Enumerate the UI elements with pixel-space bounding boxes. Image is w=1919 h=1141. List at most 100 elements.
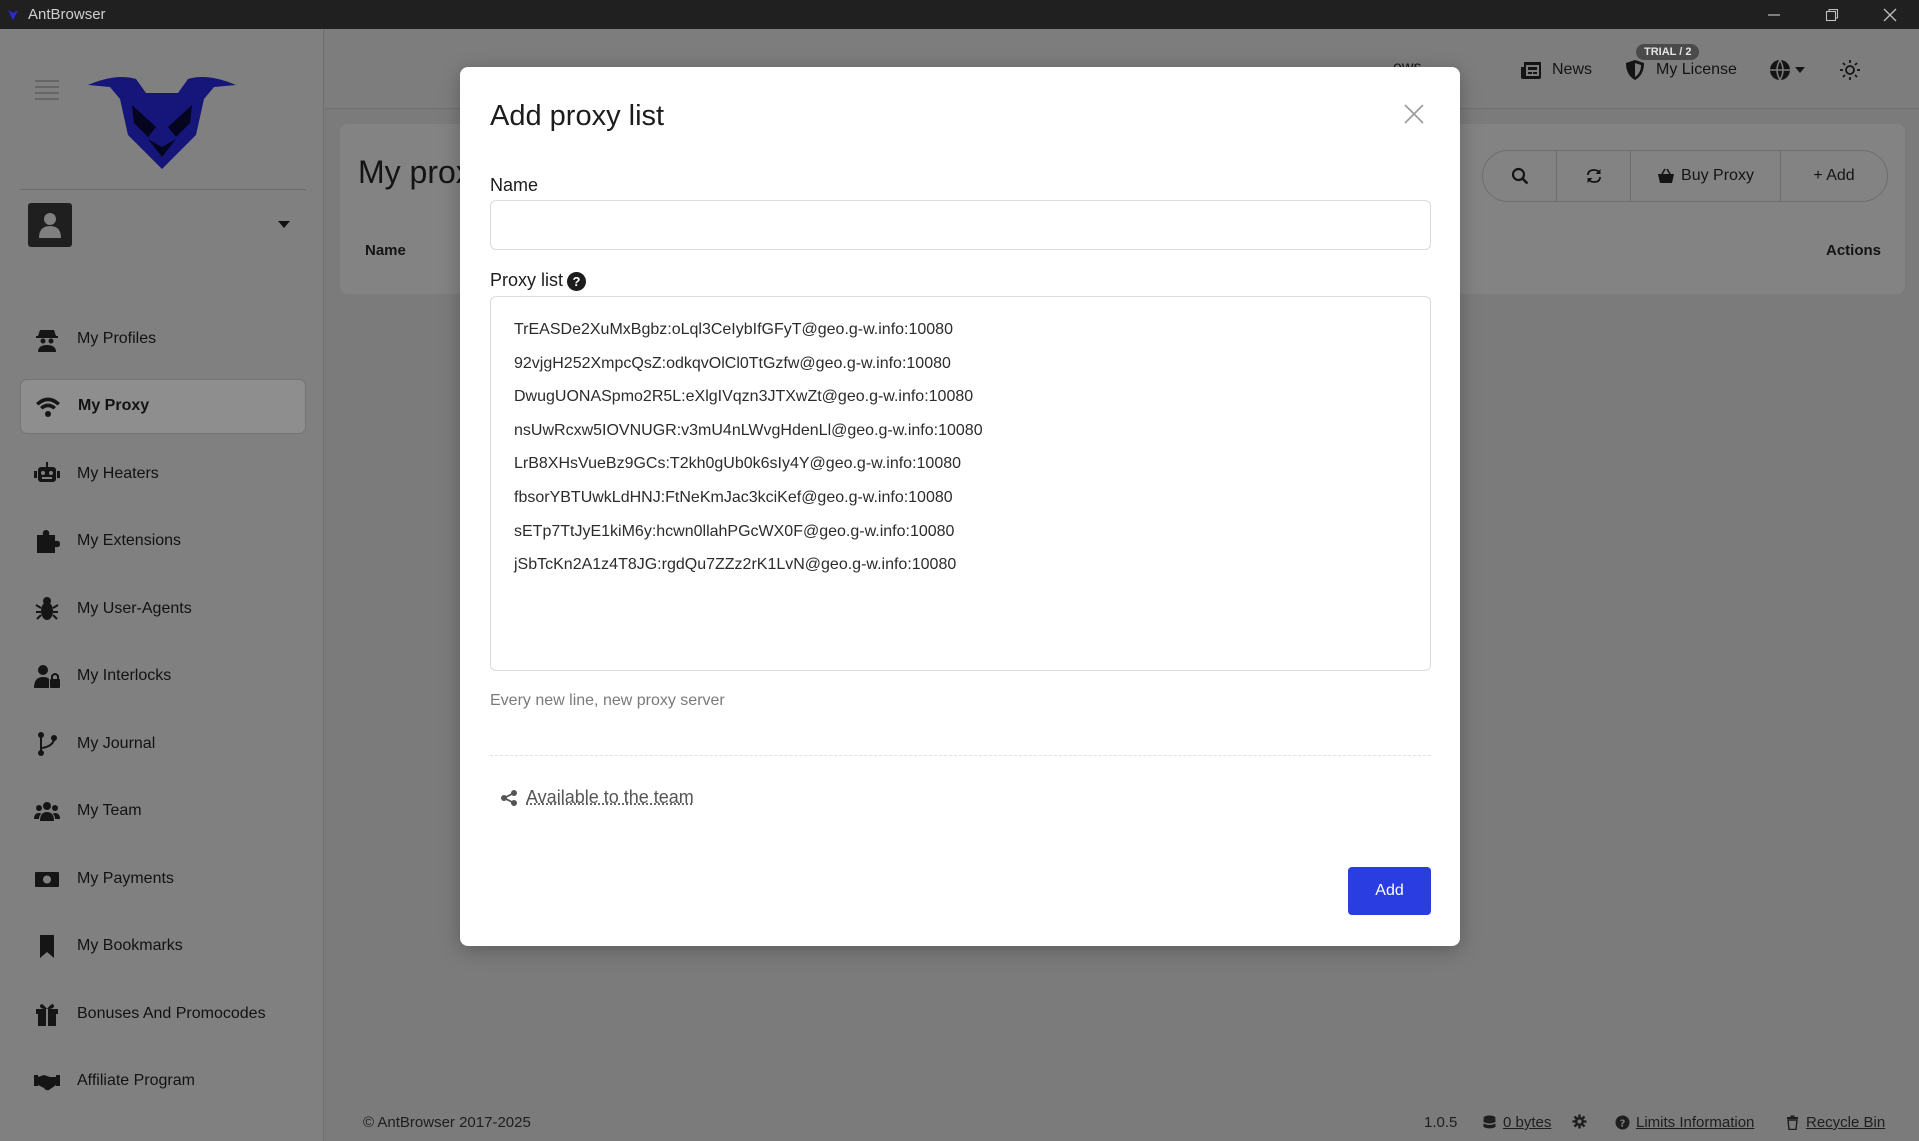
sidebar-item-my-heaters[interactable]: My Heaters	[20, 446, 306, 501]
available-to-team-toggle[interactable]: Available to the team	[500, 787, 694, 808]
license-label: My License	[1656, 61, 1737, 78]
column-header-name: Name	[365, 242, 406, 259]
limits-label: Limits Information	[1636, 1114, 1755, 1131]
add-proxy-button[interactable]: + Add	[1781, 151, 1887, 201]
add-label: + Add	[1813, 167, 1855, 184]
gift-icon	[32, 999, 62, 1029]
dialog-divider	[490, 755, 1431, 756]
language-selector[interactable]	[1769, 59, 1805, 81]
minimize-button[interactable]	[1745, 0, 1803, 29]
sidebar-item-label: My Journal	[77, 734, 156, 752]
footer: © AntBrowser 2017-2025 1.0.5 0 bytes ? L…	[325, 1105, 1919, 1141]
sidebar-item-my-team[interactable]: My Team	[20, 784, 306, 839]
sidebar-item-label: My Bookmarks	[77, 937, 183, 954]
limits-information-link[interactable]: ? Limits Information	[1615, 1114, 1754, 1131]
buy-proxy-button[interactable]: Buy Proxy	[1631, 151, 1781, 201]
recycle-label: Recycle Bin	[1806, 1114, 1886, 1131]
user-account-dropdown[interactable]	[28, 203, 296, 249]
sidebar-item-my-user-agents[interactable]: My User-Agents	[20, 581, 306, 636]
proxy-list-label-text: Proxy list	[490, 270, 564, 290]
search-button[interactable]	[1483, 151, 1557, 201]
svg-text:?: ?	[1620, 1118, 1626, 1129]
proxy-line: 92vjgH252XmpcQsZ:odkqvOlCl0TtGzfw@geo.g-…	[514, 354, 951, 372]
proxy-list-hint: Every new line, new proxy server	[490, 692, 725, 709]
sidebar-item-label: My Team	[77, 802, 142, 819]
share-icon	[501, 789, 517, 806]
sidebar-item-my-payments[interactable]: My Payments	[20, 851, 306, 906]
shield-icon	[1626, 60, 1644, 80]
proxy-line: LrB8XHsVueBz9GCs:T2kh0gUb0k6sIy4Y@geo.g-…	[514, 455, 962, 473]
close-window-button[interactable]	[1861, 0, 1919, 29]
version-text: 1.0.5	[1424, 1114, 1458, 1131]
sidebar-item-label: Affiliate Program	[77, 1072, 195, 1089]
robot-icon	[32, 459, 62, 489]
proxy-line: fbsorYBTUwkLdHNJ:FtNeKmJac3kciKef@geo.g-…	[514, 488, 953, 506]
toolbar-button-group: Buy Proxy + Add	[1482, 150, 1888, 202]
proxy-line: sETp7TtJyE1kiM6y:hcwn0llahPGcWX0F@geo.g-…	[514, 522, 955, 540]
chevron-down-icon	[278, 221, 290, 228]
chevron-down-icon	[1795, 67, 1805, 73]
sidebar-item-label: My Extensions	[77, 532, 182, 549]
window-titlebar: AntBrowser	[0, 0, 1919, 29]
my-license-link[interactable]: My License	[1624, 59, 1737, 81]
sidebar-item-my-proxy[interactable]: My Proxy	[20, 378, 306, 434]
sidebar-item-my-extensions[interactable]: My Extensions	[20, 514, 306, 569]
sidebar-item-label: My Profiles	[77, 329, 157, 347]
search-icon	[1511, 167, 1528, 185]
storage-label: 0 bytes	[1503, 1114, 1552, 1131]
close-icon[interactable]	[1403, 103, 1425, 125]
dialog-title: Add proxy list	[490, 100, 665, 132]
settings-button[interactable]	[1572, 1114, 1593, 1129]
proxy-list-textarea[interactable]: TrEASDe2XuMxBgbz:oLql3CeIybIfGFyT@geo.g-…	[490, 296, 1431, 671]
window-title: AntBrowser	[28, 6, 106, 23]
app-logo-icon	[8, 9, 18, 20]
proxy-list-label: Proxy list?	[490, 270, 587, 291]
spy-icon	[32, 324, 62, 354]
money-icon	[32, 864, 62, 894]
trial-badge: TRIAL / 2	[1636, 44, 1700, 60]
avatar	[28, 203, 72, 247]
wifi-icon	[33, 391, 63, 421]
sidebar: My Profiles My Proxy My Heaters My Exten…	[0, 29, 324, 1141]
help-icon[interactable]: ?	[567, 271, 587, 291]
proxy-line: DwugUONASpmo2R5L:eXlgIVqzn3JTXwZt@geo.g-…	[514, 388, 974, 406]
sidebar-item-bonuses-and-promocodes[interactable]: Bonuses And Promocodes	[20, 986, 306, 1041]
sidebar-item-my-profiles[interactable]: My Profiles	[20, 311, 306, 366]
branch-icon	[32, 729, 62, 759]
name-label: Name	[490, 175, 539, 195]
bookmark-icon	[32, 931, 62, 961]
storage-link[interactable]: 0 bytes	[1482, 1114, 1551, 1131]
users-icon	[32, 796, 62, 826]
refresh-button[interactable]	[1557, 151, 1631, 201]
buy-proxy-label: Buy Proxy	[1681, 167, 1754, 184]
bug-icon	[32, 594, 62, 624]
add-button[interactable]: Add	[1348, 867, 1431, 915]
sidebar-item-my-journal[interactable]: My Journal	[20, 716, 306, 771]
sidebar-item-affiliate-program[interactable]: Affiliate Program	[20, 1054, 306, 1109]
trash-icon	[1787, 1115, 1798, 1130]
hamburger-menu-icon[interactable]	[34, 77, 60, 103]
sidebar-divider	[20, 189, 306, 190]
sun-icon	[1840, 60, 1860, 80]
add-proxy-list-dialog: Add proxy list Name Proxy list? TrEASDe2…	[460, 67, 1460, 946]
news-link[interactable]: News	[1520, 59, 1592, 81]
recycle-bin-link[interactable]: Recycle Bin	[1785, 1114, 1885, 1131]
sidebar-item-my-bookmarks[interactable]: My Bookmarks	[20, 919, 306, 974]
theme-toggle[interactable]	[1839, 59, 1871, 81]
news-label: News	[1552, 61, 1593, 78]
page-title: My prox	[358, 154, 472, 190]
refresh-icon	[1586, 169, 1601, 183]
sidebar-item-label: My Proxy	[78, 397, 150, 414]
database-icon	[1483, 1115, 1496, 1129]
proxy-line: jSbTcKn2A1z4T8JG:rgdQu7ZZz2rK1LvN@geo.g-…	[514, 556, 957, 574]
available-to-team-label: Available to the team	[526, 787, 694, 807]
proxy-line: TrEASDe2XuMxBgbz:oLql3CeIybIfGFyT@geo.g-…	[514, 321, 953, 338]
sidebar-item-label: My Interlocks	[77, 667, 172, 684]
sidebar-item-my-interlocks[interactable]: My Interlocks	[20, 649, 306, 704]
sidebar-item-label: Bonuses And Promocodes	[77, 1004, 266, 1022]
restore-button[interactable]	[1803, 0, 1861, 29]
antbrowser-logo	[88, 77, 236, 169]
sidebar-nav: My Profiles My Proxy My Heaters My Exten…	[20, 311, 306, 1121]
sidebar-item-label: My Payments	[77, 869, 174, 887]
name-input[interactable]	[490, 200, 1431, 250]
